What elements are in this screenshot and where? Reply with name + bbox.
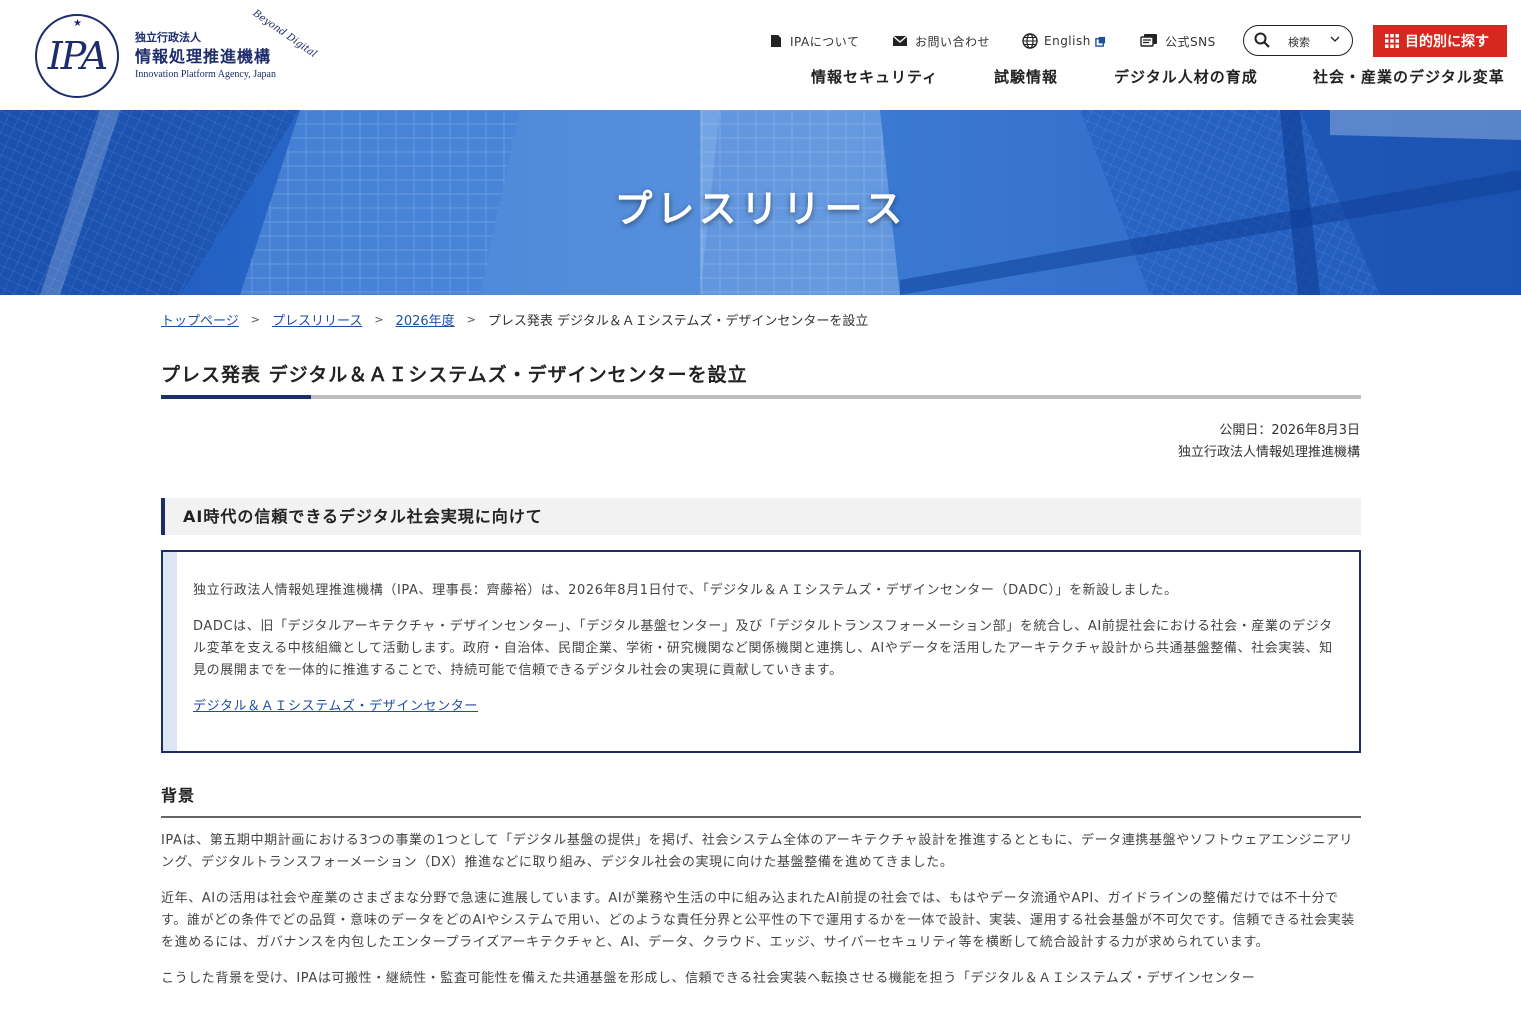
summary-box-strip [163,552,177,751]
org-name: 情報処理推進機構 [135,47,272,66]
hero-banner: プレスリリース [0,110,1521,295]
title-underline-accent [161,395,311,399]
util-sns-label: 公式SNS [1165,34,1216,49]
find-by-purpose-label: 目的別に探す [1405,34,1489,50]
sns-icon [1140,34,1157,47]
search-dropdown[interactable]: 検索 [1243,25,1353,56]
search-label: 検索 [1288,36,1310,49]
background-paragraph-2: 近年、AIの活用は社会や産業のさまざまな分野で急速に進展しています。AIが業務や… [161,891,1355,950]
main-nav: 情報セキュリティ 試験情報 デジタル人材の育成 社会・産業のデジタル変革 [0,66,1521,90]
util-contact-label: お問い合わせ [915,34,991,49]
util-about-label: IPAについて [790,34,860,49]
ipa-logo[interactable]: ★ IPA Beyond Digital 独立行政法人 情報処理推進機構 Inn… [35,8,335,104]
dadc-link[interactable]: デジタル＆ＡＩシステムズ・デザインセンター [193,699,478,714]
title-underline [161,395,1361,399]
external-link-icon [1095,36,1105,47]
search-icon [1254,32,1270,48]
summary-box: 独立行政法人情報処理推進機構（IPA、理事長：齊藤裕）は、2026年8月1日付で… [161,550,1361,753]
background-body: IPAは、第五期中期計画における3つの事業の1つとして「デジタル基盤の提供」を掲… [161,830,1361,1004]
summary-paragraph-1: 独立行政法人情報処理推進機構（IPA、理事長：齊藤裕）は、2026年8月1日付で… [193,583,1178,598]
summary-paragraph-2: DADCは、旧「デジタルアーキテクチャ・デザインセンター」、「デジタル基盤センタ… [193,619,1333,678]
nav-digital-talent[interactable]: デジタル人材の育成 [1114,66,1258,87]
site-header: ★ IPA Beyond Digital 独立行政法人 情報処理推進機構 Inn… [0,0,1521,110]
util-english-label: English [1044,34,1091,48]
background-paragraph-3: こうした背景を受け、IPAは可搬性・継続性・監査可能性を備えた共通基盤を形成し、… [161,971,1256,986]
chevron-right-icon: > [374,312,384,326]
util-about-link[interactable]: IPAについて [768,25,859,57]
published-date: 公開日：2026年8月3日 [1219,423,1360,438]
chevron-right-icon: > [250,312,260,326]
nav-security[interactable]: 情報セキュリティ [811,66,938,87]
chevron-down-icon [1330,36,1340,42]
util-contact-link[interactable]: お問い合わせ [891,25,990,57]
breadcrumb-current: プレス発表 デジタル＆ＡＩシステムズ・デザインセンターを設立 [487,313,869,329]
nav-dx[interactable]: 社会・産業のデジタル変革 [1313,66,1505,87]
grid-icon [1385,34,1399,48]
background-heading: 背景 [161,782,1361,818]
chevron-right-icon: > [466,312,476,326]
util-sns-link[interactable]: 公式SNS [1139,25,1216,57]
breadcrumb-top-link[interactable]: トップページ [161,310,239,329]
section-heading: AI時代の信頼できるデジタル社会実現に向けて [161,498,1361,535]
mail-icon [892,35,908,46]
hero-title: プレスリリース [614,187,907,231]
document-icon [771,35,781,47]
breadcrumb-press-link[interactable]: プレスリリース [272,310,362,329]
nav-exams[interactable]: 試験情報 [994,66,1058,87]
background-paragraph-1: IPAは、第五期中期計画における3つの事業の1つとして「デジタル基盤の提供」を掲… [161,833,1354,870]
breadcrumb: トップページ > プレスリリース > 2026年度 > プレス発表 デジタル＆Ａ… [161,310,869,329]
summary-content: 独立行政法人情報処理推進機構（IPA、理事長：齊藤裕）は、2026年8月1日付で… [193,580,1333,732]
page-title: プレス発表 デジタル＆ＡＩシステムズ・デザインセンターを設立 [161,364,748,386]
publisher: 独立行政法人情報処理推進機構 [1177,445,1360,460]
star-icon: ★ [73,18,82,29]
globe-icon [1022,33,1038,49]
find-by-purpose-button[interactable]: 目的別に探す [1373,25,1507,57]
breadcrumb-year-link[interactable]: 2026年度 [396,310,455,329]
org-type: 独立行政法人 [135,31,201,44]
publication-info: 公開日：2026年8月3日 独立行政法人情報処理推進機構 [1178,420,1360,464]
util-english-link[interactable]: English [1022,25,1106,57]
